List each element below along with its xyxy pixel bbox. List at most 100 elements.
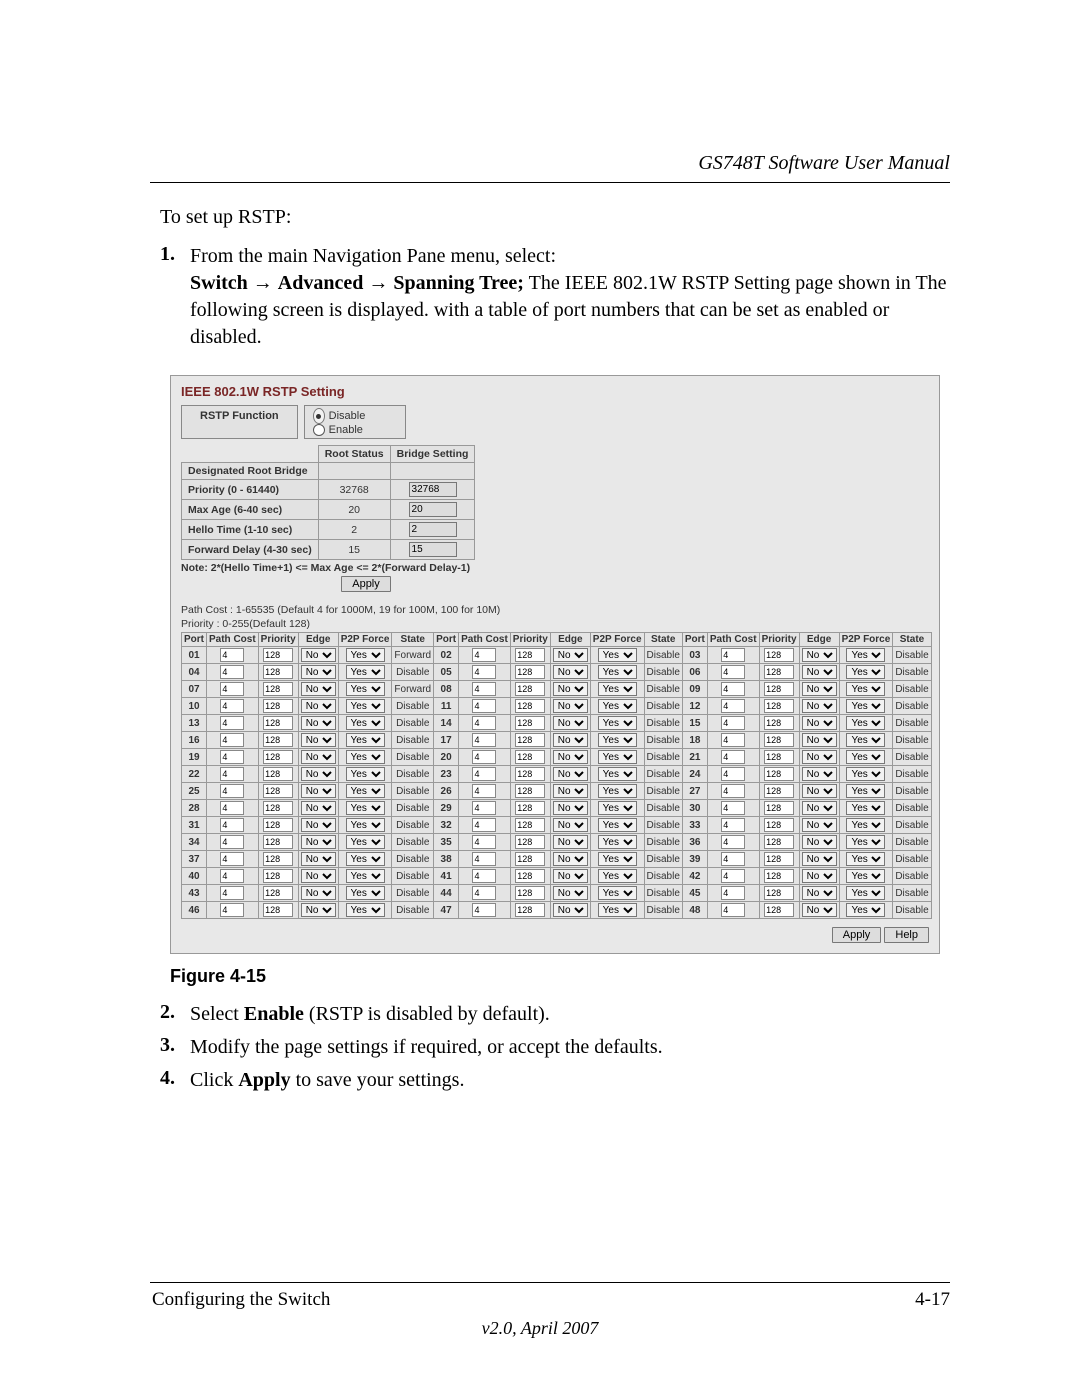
port-input[interactable] [220, 767, 244, 781]
radio-enable[interactable] [313, 424, 325, 436]
port-input[interactable] [263, 869, 293, 883]
port-input[interactable] [263, 750, 293, 764]
port-input[interactable] [721, 648, 745, 662]
port-input[interactable] [764, 767, 794, 781]
port-input[interactable] [515, 750, 545, 764]
port-input[interactable] [220, 648, 244, 662]
port-select[interactable]: No [301, 886, 336, 900]
port-input[interactable] [472, 886, 496, 900]
port-input[interactable] [515, 699, 545, 713]
port-select[interactable]: No [301, 665, 336, 679]
port-input[interactable] [515, 767, 545, 781]
port-input[interactable] [220, 886, 244, 900]
port-select[interactable]: No [802, 886, 837, 900]
port-input[interactable] [220, 716, 244, 730]
port-select[interactable]: Yes [846, 835, 885, 849]
port-input[interactable] [472, 767, 496, 781]
port-input[interactable] [764, 716, 794, 730]
port-select[interactable]: No [802, 818, 837, 832]
port-select[interactable]: Yes [598, 869, 637, 883]
port-select[interactable]: No [301, 767, 336, 781]
port-select[interactable]: Yes [598, 682, 637, 696]
port-select[interactable]: No [553, 869, 588, 883]
port-input[interactable] [263, 648, 293, 662]
port-select[interactable]: No [553, 886, 588, 900]
port-input[interactable] [764, 665, 794, 679]
port-input[interactable] [263, 818, 293, 832]
port-input[interactable] [721, 852, 745, 866]
port-input[interactable] [764, 784, 794, 798]
port-select[interactable]: No [301, 733, 336, 747]
port-input[interactable] [721, 750, 745, 764]
port-select[interactable]: Yes [846, 903, 885, 917]
port-input[interactable] [220, 818, 244, 832]
port-select[interactable]: No [802, 648, 837, 662]
port-select[interactable]: Yes [846, 767, 885, 781]
port-input[interactable] [764, 682, 794, 696]
port-select[interactable]: Yes [598, 801, 637, 815]
port-input[interactable] [515, 852, 545, 866]
port-select[interactable]: Yes [346, 784, 385, 798]
port-select[interactable]: Yes [598, 818, 637, 832]
port-select[interactable]: No [802, 733, 837, 747]
port-select[interactable]: No [802, 665, 837, 679]
port-input[interactable] [721, 886, 745, 900]
port-input[interactable] [263, 665, 293, 679]
port-input[interactable] [515, 835, 545, 849]
port-select[interactable]: Yes [598, 733, 637, 747]
port-select[interactable]: No [301, 750, 336, 764]
port-select[interactable]: No [802, 716, 837, 730]
port-input[interactable] [220, 852, 244, 866]
port-select[interactable]: No [802, 835, 837, 849]
port-input[interactable] [515, 886, 545, 900]
port-select[interactable]: Yes [846, 665, 885, 679]
port-input[interactable] [515, 665, 545, 679]
bridge-setting-input[interactable] [409, 482, 457, 497]
port-input[interactable] [515, 733, 545, 747]
port-input[interactable] [764, 750, 794, 764]
port-select[interactable]: Yes [346, 682, 385, 696]
port-input[interactable] [721, 699, 745, 713]
port-select[interactable]: No [802, 682, 837, 696]
port-input[interactable] [220, 903, 244, 917]
port-input[interactable] [721, 716, 745, 730]
port-input[interactable] [263, 835, 293, 849]
port-input[interactable] [263, 886, 293, 900]
port-select[interactable]: No [553, 903, 588, 917]
port-select[interactable]: Yes [346, 750, 385, 764]
port-select[interactable]: Yes [346, 852, 385, 866]
port-input[interactable] [764, 818, 794, 832]
port-input[interactable] [721, 665, 745, 679]
port-input[interactable] [263, 852, 293, 866]
port-input[interactable] [472, 852, 496, 866]
port-select[interactable]: Yes [346, 716, 385, 730]
port-input[interactable] [472, 733, 496, 747]
port-input[interactable] [263, 801, 293, 815]
port-select[interactable]: No [553, 767, 588, 781]
bridge-setting-input[interactable] [409, 522, 457, 537]
port-input[interactable] [515, 869, 545, 883]
port-input[interactable] [472, 784, 496, 798]
port-select[interactable]: Yes [346, 903, 385, 917]
port-select[interactable]: No [553, 665, 588, 679]
port-input[interactable] [515, 648, 545, 662]
port-select[interactable]: Yes [346, 767, 385, 781]
port-input[interactable] [263, 784, 293, 798]
port-select[interactable]: No [301, 682, 336, 696]
port-input[interactable] [472, 716, 496, 730]
help-button[interactable]: Help [884, 927, 929, 943]
port-select[interactable]: No [802, 750, 837, 764]
port-input[interactable] [472, 665, 496, 679]
port-select[interactable]: Yes [346, 869, 385, 883]
port-select[interactable]: No [301, 699, 336, 713]
port-input[interactable] [263, 903, 293, 917]
port-select[interactable]: No [301, 801, 336, 815]
port-select[interactable]: No [301, 852, 336, 866]
port-input[interactable] [472, 801, 496, 815]
port-select[interactable]: Yes [846, 682, 885, 696]
port-input[interactable] [472, 835, 496, 849]
radio-disable[interactable] [313, 408, 325, 424]
port-input[interactable] [472, 869, 496, 883]
port-select[interactable]: Yes [598, 648, 637, 662]
port-select[interactable]: Yes [598, 665, 637, 679]
